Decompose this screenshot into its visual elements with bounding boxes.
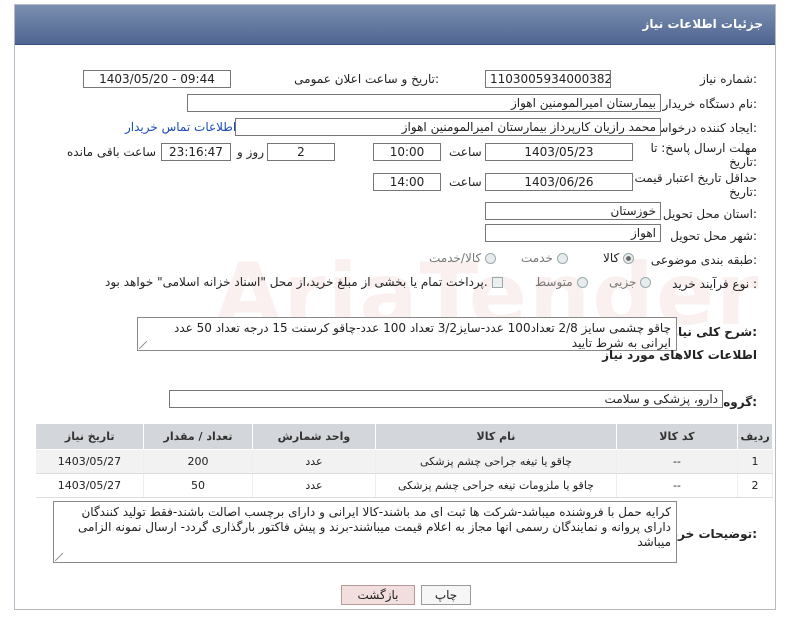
cell-qty: 200 bbox=[143, 449, 253, 474]
process-option-minor[interactable]: جزیی bbox=[609, 275, 652, 289]
buyer-org-label: نام دستگاه خریدار: bbox=[662, 97, 758, 111]
table-row[interactable]: 2 -- چاقو یا ملزومات تیغه جراحی چشم پزشک… bbox=[35, 473, 773, 498]
treasury-payment-note: پرداخت تمام یا بخشی از مبلغ خرید،از محل … bbox=[105, 275, 488, 289]
radio-goods-icon[interactable] bbox=[623, 253, 635, 264]
goods-table: ردیف کد کالا نام کالا واحد شمارش تعداد /… bbox=[34, 423, 773, 498]
announce-label: تاریخ و ساعت اعلان عمومی: bbox=[294, 72, 439, 86]
deadline-label-date: تاریخ: bbox=[729, 155, 757, 169]
radio-medium-icon[interactable] bbox=[576, 277, 588, 288]
process-label: نوع فرآیند خرید : bbox=[672, 277, 757, 291]
days-field[interactable]: 2 bbox=[267, 143, 335, 161]
deadline-date-field[interactable]: 1403/05/23 bbox=[485, 143, 633, 161]
category-label: طبقه بندی موضوعی: bbox=[650, 253, 757, 267]
cell-date: 1403/05/27 bbox=[35, 449, 145, 474]
col-date: تاریخ نیاز bbox=[34, 423, 145, 450]
print-button[interactable]: چاپ bbox=[421, 585, 471, 605]
announce-field[interactable]: 1403/05/20 - 09:44 bbox=[83, 70, 231, 88]
validity-date-field[interactable]: 1403/06/26 bbox=[485, 173, 633, 191]
cell-code: -- bbox=[616, 473, 739, 498]
cell-name: چاقو یا ملزومات تیغه جراحی چشم پزشکی bbox=[375, 473, 617, 498]
need-details-panel: جزئیات اطلاعات نیاز AriaTender شماره نیا… bbox=[14, 4, 776, 610]
days-label: روز و bbox=[237, 145, 264, 159]
requester-field[interactable]: محمد رازیان کارپرداز بیمارستان امیرالموم… bbox=[235, 118, 661, 136]
validity-time-field[interactable]: 14:00 bbox=[373, 173, 441, 191]
deadline-time-label: ساعت bbox=[449, 145, 482, 159]
province-field[interactable]: خوزستان bbox=[485, 202, 661, 220]
cell-unit: عدد bbox=[252, 449, 377, 474]
cell-code: -- bbox=[616, 449, 739, 474]
col-code: کد کالا bbox=[615, 423, 739, 450]
col-name: نام کالا bbox=[375, 423, 617, 450]
contact-info-link[interactable]: اطلاعات تماس خریدار bbox=[125, 120, 236, 134]
deadline-time-field[interactable]: 10:00 bbox=[373, 143, 441, 161]
panel-title: جزئیات اطلاعات نیاز bbox=[642, 17, 763, 31]
category-option-goods[interactable]: کالا bbox=[603, 251, 635, 265]
buyer-org-field[interactable]: بیمارستان امیرالمومنین اهواز bbox=[187, 94, 661, 112]
cell-date: 1403/05/27 bbox=[35, 473, 145, 498]
goods-table-header: ردیف کد کالا نام کالا واحد شمارش تعداد /… bbox=[34, 423, 773, 450]
panel-header: جزئیات اطلاعات نیاز bbox=[15, 5, 775, 45]
process-option-medium[interactable]: متوسط bbox=[535, 275, 588, 289]
category-option-service[interactable]: خدمت bbox=[521, 251, 568, 265]
need-number-field[interactable]: 1103005934000382 bbox=[485, 70, 611, 88]
buyer-notes-textarea[interactable]: کرایه حمل با فروشنده میباشد-شرکت ها ثبت … bbox=[53, 501, 677, 563]
need-number-label: شماره نیاز: bbox=[699, 72, 757, 86]
category-option-both[interactable]: کالا/خدمت bbox=[429, 251, 497, 265]
city-label: شهر محل تحویل: bbox=[670, 229, 757, 243]
cell-row: 2 bbox=[737, 473, 773, 498]
goods-section-title: اطلاعات کالاهای مورد نیاز bbox=[602, 348, 757, 362]
checkbox-icon[interactable] bbox=[491, 277, 503, 288]
col-qty: تعداد / مقدار bbox=[143, 423, 253, 450]
radio-both-icon[interactable] bbox=[485, 253, 497, 264]
goods-group-field[interactable]: دارو، پزشکی و سلامت bbox=[169, 390, 723, 408]
cell-qty: 50 bbox=[143, 473, 253, 498]
validity-label-date: تاریخ: bbox=[729, 185, 757, 199]
description-textarea[interactable]: چاقو چشمی سایز 2/8 تعداد100 عدد-سایز3/2 … bbox=[137, 317, 677, 351]
remaining-time-field[interactable]: 23:16:47 bbox=[161, 143, 231, 161]
cell-name: چاقو یا تیغه جراحی چشم پزشکی bbox=[375, 449, 617, 474]
back-button[interactable]: بازگشت bbox=[341, 585, 415, 605]
city-field[interactable]: اهواز bbox=[485, 224, 661, 242]
treasury-payment-option[interactable]: پرداخت تمام یا بخشی از مبلغ خرید،از محل … bbox=[105, 275, 503, 289]
col-unit: واحد شمارش bbox=[251, 423, 377, 450]
col-row: ردیف bbox=[737, 423, 773, 450]
cell-unit: عدد bbox=[252, 473, 377, 498]
radio-service-icon[interactable] bbox=[556, 253, 568, 264]
validity-label: حداقل تاریخ اعتبار قیمت: تا bbox=[619, 171, 757, 185]
radio-minor-icon[interactable] bbox=[640, 277, 652, 288]
validity-time-label: ساعت bbox=[449, 175, 482, 189]
resize-handle-icon[interactable] bbox=[139, 341, 147, 349]
description-label: شرح کلی نیاز: bbox=[671, 325, 757, 339]
deadline-label: مهلت ارسال پاسخ: تا bbox=[650, 141, 757, 155]
table-row[interactable]: 1 -- چاقو یا تیغه جراحی چشم پزشکی عدد 20… bbox=[35, 449, 773, 474]
province-label: استان محل تحویل: bbox=[662, 207, 757, 221]
cell-row: 1 bbox=[737, 449, 773, 474]
requester-label: ایجاد کننده درخواست: bbox=[646, 121, 757, 135]
resize-handle-icon[interactable] bbox=[55, 553, 63, 561]
remaining-label: ساعت باقی مانده bbox=[67, 145, 157, 159]
